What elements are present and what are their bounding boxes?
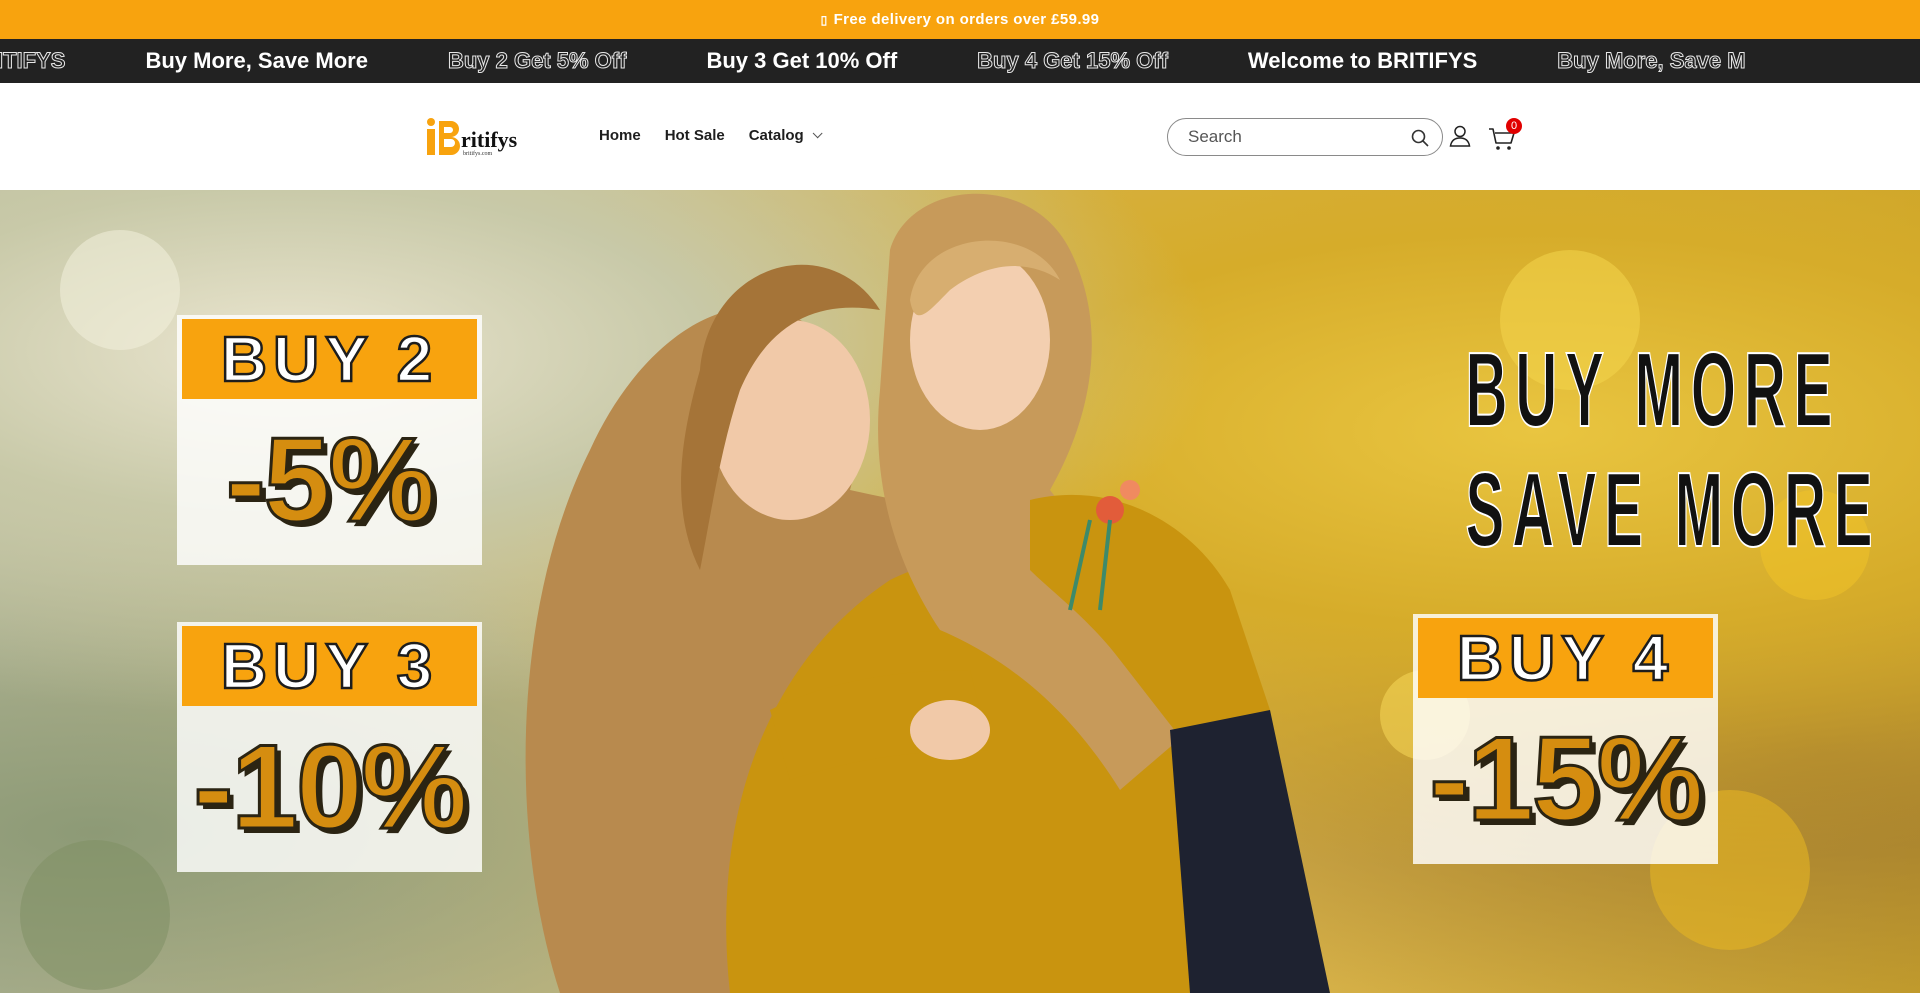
promo-buy4-card[interactable]: BUY 4 -15% <box>1413 614 1718 864</box>
marquee-track: e to BRITIFYS Buy More, Save More Buy 2 Ge… <box>0 39 1826 83</box>
marquee-item: Buy 3 Get 10% Off <box>706 48 898 73</box>
promo-title: BUY 2 <box>182 319 477 399</box>
marquee-item: Buy More, Save More <box>145 48 368 73</box>
main-nav: Home Hot Sale Catalog <box>599 127 843 144</box>
promo-discount: -15% <box>1428 711 1705 848</box>
marquee-item: Buy 4 Get 15% Off <box>977 48 1169 74</box>
marquee-item: Welcome to BRITIFYS <box>1247 48 1478 73</box>
nav-catalog[interactable]: Catalog <box>749 127 823 144</box>
marquee-item: Buy More, Save M <box>1557 48 1746 74</box>
marquee-item: e to BRITIFYS <box>0 48 66 74</box>
announcement-bar: ▯ Free delivery on orders over £59.99 <box>0 0 1920 39</box>
svg-text:ritifys: ritifys <box>461 127 518 152</box>
announcement-text: Free delivery on orders over £59.99 <box>833 11 1100 28</box>
nav-home[interactable]: Home <box>599 127 641 144</box>
headline-line1: BUY MORE <box>1465 330 1841 450</box>
headline-line2: SAVE MORE <box>1465 450 1881 570</box>
nav-hot-sale[interactable]: Hot Sale <box>665 127 725 144</box>
cart-count-badge: 0 <box>1506 118 1522 134</box>
gift-icon: ▯ <box>820 12 828 27</box>
user-icon[interactable] <box>1448 124 1472 148</box>
promo-title: BUY 3 <box>182 626 477 706</box>
search-icon[interactable] <box>1410 128 1430 148</box>
search-box[interactable] <box>1167 118 1443 156</box>
promo-buy3-card[interactable]: BUY 3 -10% <box>177 622 482 872</box>
promo-discount: -5% <box>224 412 436 549</box>
promo-marquee: e to BRITIFYS Buy More, Save More Buy 2 Ge… <box>0 39 1920 83</box>
site-header: ritifys britifys.com Home Hot Sale Catal… <box>0 83 1920 190</box>
chevron-down-icon <box>812 128 823 139</box>
promo-buy2-card[interactable]: BUY 2 -5% <box>177 315 482 565</box>
svg-text:britifys.com: britifys.com <box>463 150 492 157</box>
britifys-logo[interactable]: ritifys britifys.com <box>425 117 550 157</box>
search-input[interactable] <box>1188 127 1388 147</box>
mother-daughter-photo <box>525 193 1330 993</box>
promo-title: BUY 4 <box>1418 618 1713 698</box>
hero-banner[interactable]: BUY 2 -5% BUY 3 -10% BUY 4 -15% BUY MORE… <box>0 190 1920 993</box>
hero-headline: BUY MORE SAVE MORE <box>1380 330 1881 570</box>
marquee-item: Buy 2 Get 5% Off <box>447 48 627 74</box>
promo-discount: -10% <box>192 719 469 856</box>
